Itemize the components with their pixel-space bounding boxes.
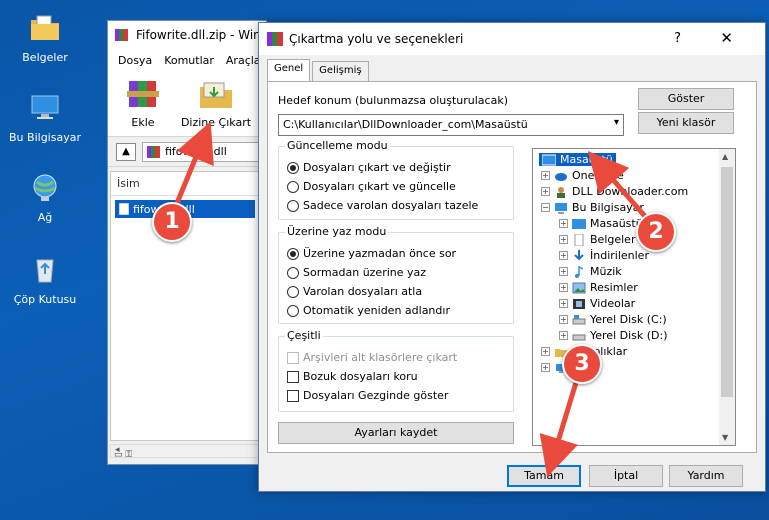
arrow-3	[539, 375, 581, 478]
arrow-1	[172, 121, 214, 209]
callout-step-3: 3	[562, 344, 602, 384]
callout-step-1: 1	[152, 202, 192, 242]
arrow-2	[587, 150, 652, 224]
callout-step-2: 2	[636, 212, 676, 252]
annotation-arrows	[172, 121, 652, 478]
